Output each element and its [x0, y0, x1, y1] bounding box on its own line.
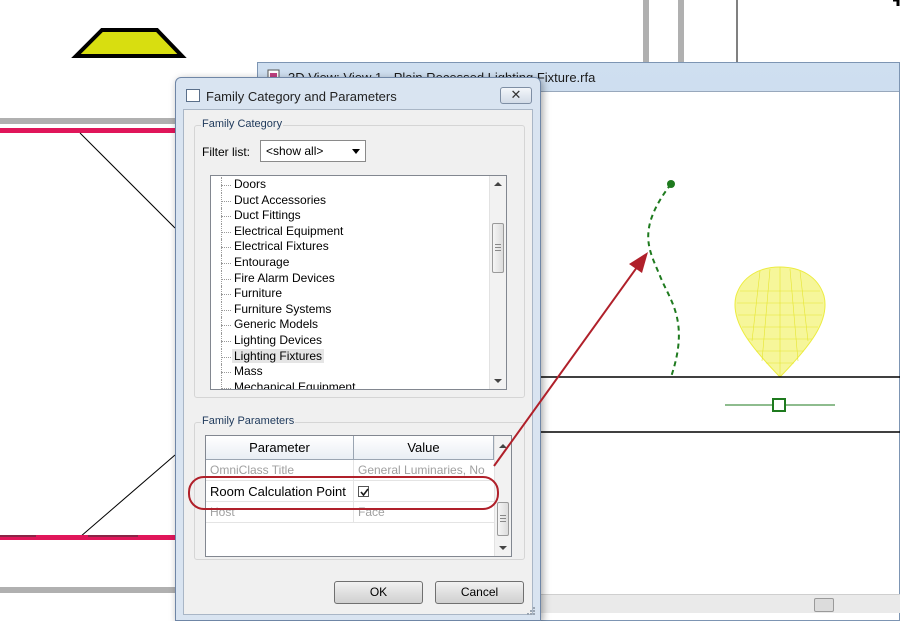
- category-list-item[interactable]: Fire Alarm Devices: [211, 270, 491, 287]
- dialog-app-icon: [186, 89, 200, 102]
- family-category-dialog: Family Category and Parameters ✕ Family …: [175, 77, 541, 621]
- resize-grip-icon[interactable]: [525, 605, 537, 617]
- category-list-item[interactable]: Electrical Fixtures: [211, 239, 491, 255]
- category-scrollbar[interactable]: [489, 176, 506, 389]
- parameters-grid: Parameter Value OmniClass Title General …: [205, 435, 512, 557]
- scroll-up-icon[interactable]: [494, 182, 502, 186]
- filter-list-dropdown[interactable]: <show all>: [260, 140, 366, 162]
- param-room-calculation-point: Room Calculation Point: [206, 481, 354, 502]
- category-list-item[interactable]: Generic Models: [211, 317, 491, 333]
- category-item-label: Furniture: [234, 286, 283, 301]
- yellow-trapezoid-symbol: [71, 28, 187, 58]
- tree-branch: [221, 262, 231, 264]
- close-icon: ✕: [510, 87, 522, 102]
- param-omniclass-title: OmniClass Title: [206, 460, 354, 481]
- diagonal-line-bottom: [79, 454, 176, 538]
- green-endpoint: [667, 180, 675, 188]
- checkmark-icon: [360, 488, 369, 497]
- gray-wall-left: [643, 0, 649, 62]
- category-scroll-thumb[interactable]: [492, 223, 504, 273]
- category-item-label: Duct Accessories: [234, 192, 327, 207]
- tree-branch: [221, 185, 231, 186]
- value-host: Face: [354, 502, 494, 523]
- tree-branch: [221, 200, 231, 202]
- scroll-down-icon[interactable]: [494, 379, 502, 383]
- category-list-item[interactable]: Entourage: [211, 254, 491, 271]
- green-control-square: [772, 398, 786, 412]
- room-calculation-point-checkbox[interactable]: [358, 486, 369, 497]
- cancel-button[interactable]: Cancel: [435, 581, 524, 604]
- family-drawing: [540, 180, 900, 433]
- category-list-item[interactable]: Electrical Equipment: [211, 223, 491, 240]
- value-room-calculation-point: [354, 481, 494, 502]
- tree-branch: [221, 387, 231, 389]
- dialog-title: Family Category and Parameters: [206, 89, 397, 104]
- parameters-scrollbar[interactable]: [494, 436, 511, 556]
- category-item-label: Lighting Fixtures: [232, 348, 325, 363]
- category-items: Doors Duct Accessories Duct Fittings Electr…: [211, 177, 491, 390]
- magenta-wall-top: [0, 128, 175, 133]
- category-item-label: Generic Models: [234, 317, 319, 332]
- filter-list-value: <show all>: [266, 144, 324, 158]
- dropdown-arrow-icon: [352, 149, 360, 154]
- category-item-label: Mass: [234, 364, 263, 379]
- category-list-item[interactable]: Duct Fittings: [211, 208, 491, 224]
- filter-list-label: Filter list:: [202, 145, 250, 159]
- value-column-header[interactable]: Value: [354, 436, 494, 460]
- category-list-item[interactable]: Lighting Fixtures: [211, 348, 491, 365]
- tree-branch: [221, 247, 231, 249]
- tree-branch: [221, 216, 231, 218]
- category-list-item[interactable]: Mechanical Equipment: [211, 379, 491, 390]
- grid-scroll-down-icon[interactable]: [499, 546, 507, 550]
- ok-button[interactable]: OK: [334, 581, 423, 604]
- tree-branch: [221, 294, 231, 296]
- param-host: Host: [206, 502, 354, 523]
- category-item-label: Duct Fittings: [234, 208, 301, 223]
- view-scroll-thumb[interactable]: [814, 598, 834, 612]
- family-category-label: Family Category: [201, 118, 284, 130]
- tree-branch: [221, 356, 231, 358]
- gray-wall-bottom: [0, 587, 175, 593]
- gray-wall-top: [0, 118, 175, 124]
- category-list-item[interactable]: Mass: [211, 364, 491, 380]
- parameter-column-header[interactable]: Parameter: [206, 436, 354, 460]
- close-button[interactable]: ✕: [500, 87, 532, 104]
- tree-branch: [221, 231, 231, 233]
- dialog-client-area: Family Category Filter list: <show all> …: [183, 109, 533, 615]
- tree-branch: [221, 325, 231, 327]
- category-listbox[interactable]: Doors Duct Accessories Duct Fittings Electr…: [210, 175, 507, 390]
- category-list-item[interactable]: Doors: [211, 177, 491, 193]
- category-item-label: Furniture Systems: [234, 301, 332, 316]
- diagonal-line-top: [79, 132, 176, 229]
- category-item-label: Doors: [234, 177, 267, 191]
- tree-branch: [221, 340, 231, 342]
- view-horizontal-scrollbar[interactable]: [540, 594, 900, 613]
- tree-branch: [221, 309, 231, 311]
- family-parameters-label: Family Parameters: [201, 415, 296, 427]
- green-dashed-path: [647, 183, 680, 378]
- category-item-label: Electrical Equipment: [234, 223, 344, 238]
- tree-branch: [221, 372, 231, 374]
- category-item-label: Fire Alarm Devices: [234, 270, 335, 285]
- category-item-label: Mechanical Equipment: [234, 379, 356, 390]
- tree-branch: [221, 278, 231, 280]
- category-item-label: Electrical Fixtures: [234, 239, 329, 254]
- corner-mark: [893, 0, 900, 6]
- parameters-scroll-thumb[interactable]: [497, 502, 509, 536]
- value-omniclass-title: General Luminaries, No: [354, 460, 494, 481]
- grid-scroll-up-icon[interactable]: [499, 444, 507, 448]
- category-list-item[interactable]: Furniture Systems: [211, 301, 491, 318]
- gray-wall-right: [678, 0, 684, 62]
- category-list-item[interactable]: Duct Accessories: [211, 192, 491, 209]
- category-list-item[interactable]: Furniture: [211, 286, 491, 302]
- category-list-item[interactable]: Lighting Devices: [211, 332, 491, 349]
- category-item-label: Lighting Devices: [234, 332, 323, 347]
- category-item-label: Entourage: [234, 254, 290, 269]
